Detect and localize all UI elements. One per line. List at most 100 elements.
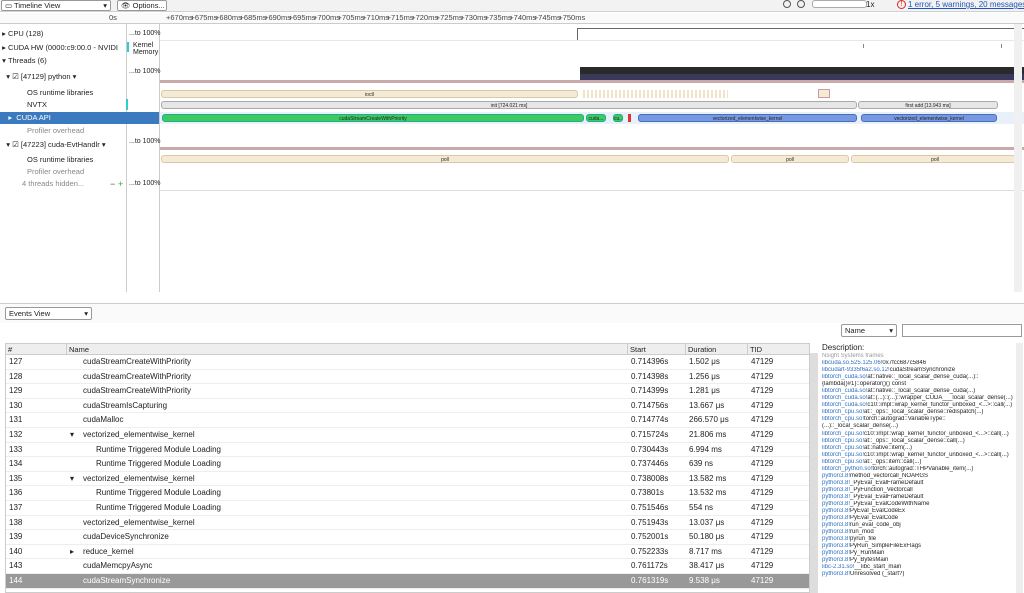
tree-row-cpu[interactable]: ▸ CPU (128) [0,28,126,40]
chevron-down-icon: ▾ [99,140,106,149]
poll-bar-1[interactable]: poll [161,155,729,163]
row-name: Runtime Triggered Module Loading [96,488,221,498]
row-start: 0.714774s [631,415,669,425]
col-start[interactable]: Start [628,344,686,355]
row-duration: 50.180 μs [689,532,725,542]
table-row[interactable]: 134 Runtime Triggered Module Loading 0.737… [6,457,809,472]
chevron-down-icon[interactable]: ▾ [70,472,74,487]
table-row[interactable]: 127 cudaStreamCreateWithPriority 0.714396s… [6,355,809,370]
thread-checkbox[interactable]: ☑ [12,140,21,149]
description-frame: libtorch_cpu.so!torch::autograd::Variabl… [822,416,1022,423]
thread-checkbox[interactable]: ☑ [12,72,21,81]
chevron-down-icon[interactable]: ▾ [70,428,74,443]
ruler-tick: +750ms [558,13,586,22]
table-row[interactable]: 144 cudaStreamSynchronize 0.761319s 9.538 μ… [6,574,809,589]
tree-row-cuda-hw[interactable]: ▸ CUDA HW (0000:c9:00.0 - NVIDI [0,42,126,54]
row-name: cudaMalloc [83,415,124,425]
row-duration: 13.582 ms [689,473,727,483]
table-row[interactable]: 143 cudaMemcpyAsync 0.761172s 38.417 μs 4712… [6,559,809,574]
zoom-slider[interactable] [812,0,867,8]
tree-row-os-runtime-2[interactable]: OS runtime libraries [0,154,126,166]
diagnostics-link[interactable]: 1 error, 5 warnings, 20 messages [908,0,1024,9]
tree-row-os-runtime[interactable]: OS runtime libraries [0,87,126,99]
timeline-scrollbar[interactable] [1014,24,1022,292]
row-name: vectorized_elementwise_kernel [83,430,195,439]
filter-select[interactable]: Name ▾ [841,324,897,337]
table-row[interactable]: 132 vectorized_elementwise_kernel 0.715724… [6,428,809,443]
row-start: 0.730443s [631,444,669,454]
table-row[interactable]: 139 cudaDeviceSynchronize 0.752001s 50.180 … [6,530,809,545]
description-frame: libcudart-9335f6a2.so.12!cudaStreamSynch… [822,367,1022,374]
tree-row-hidden-threads[interactable]: 4 threads hidden... [0,178,100,190]
chevron-down-icon: ▾ [0,56,8,65]
cuda-api-create-stream-bar[interactable]: cudaStreamCreateWithPriority [162,114,584,122]
description-scrollbar[interactable] [1016,343,1023,593]
frame-library: libtorch_python.so! [822,465,873,472]
table-row[interactable]: 128 cudaStreamCreateWithPriority 0.714398s… [6,370,809,385]
table-row[interactable]: 129 cudaStreamCreateWithPriority 0.714399s… [6,384,809,399]
frame-symbol: at::_ops::_local_scalar_dense::call(...) [864,437,965,444]
view-select[interactable]: ▭ Timeline View ▾ [1,0,111,11]
chevron-right-icon[interactable]: ▸ [70,545,74,560]
table-scrollbar[interactable] [810,353,818,593]
events-view-select[interactable]: Events View ▾ [5,307,92,320]
ruler-tick: +675ms [190,13,218,22]
frame-library: python3.8! [822,536,851,543]
row-duration: 1.256 μs [689,371,720,381]
tree-row-nvtx[interactable]: NVTX [0,99,126,111]
table-row[interactable]: 130 cudaStreamIsCapturing 0.714756s 13.667 … [6,399,809,414]
description-frame: python3.8!_PyEval_EvalFrameDefault [822,494,1022,501]
description-frame: python3.8!Py_RunMain [822,550,1022,557]
tree-row-profiler-overhead[interactable]: Profiler overhead [0,125,126,137]
ioctl-bar[interactable]: ioctl [161,90,578,98]
table-row[interactable]: 140 reduce_kernel 0.752233s 8.717 ms 47129 ▸ [6,545,809,560]
poll-bar-3[interactable]: poll [851,155,1019,163]
tree-row-python[interactable]: ▾ ☑ [47129] python ▾ [0,71,126,83]
row-tid: 47129 [751,371,774,381]
tree-row-profiler-overhead-2[interactable]: Profiler overhead [0,166,126,178]
tree-row-evthandlr[interactable]: ▾ ☑ [47223] cuda-EvtHandlr ▾ [0,139,126,151]
ruler-tick: +725ms [435,13,463,22]
ruler-tick: +720ms [411,13,439,22]
options-button[interactable]: 👁 Options... [117,0,167,11]
zoom-out-icon[interactable] [797,0,805,8]
table-row[interactable]: 137 Runtime Triggered Module Loading 0.751… [6,501,809,516]
ruler-tick: +705ms [337,13,365,22]
row-name: cudaStreamCreateWithPriority [83,371,192,381]
description-frame: {lambda()#1}::operator()() const [822,381,1022,388]
row-tid: 47129 [751,576,774,585]
cuda-api-short-bar[interactable]: cuda... [586,114,606,122]
frame-library: libtorch_cpu.so! [822,444,865,451]
cuda-api-kernel-bar-2[interactable]: vectorized_elementwise_kernel [861,114,997,122]
table-row[interactable]: 135 vectorized_elementwise_kernel 0.738008… [6,472,809,487]
table-row[interactable]: 131 cudaMalloc 0.714774s 266.570 μs 47129 [6,413,809,428]
collapse-icon[interactable]: − [110,178,115,190]
col-number[interactable]: # [6,344,67,355]
row-start: 0.751546s [631,503,669,512]
row-start: 0.761319s [631,576,669,585]
tree-row-threads[interactable]: ▾ Threads (6) [0,55,126,67]
cuda-api-kernel-bar-1[interactable]: vectorized_elementwise_kernel [638,114,857,122]
frame-library: libtorch_cpu.so! [822,409,865,416]
ruler-tick: +710ms [362,13,390,22]
tree-row-cuda-api[interactable]: ▸ CUDA API [0,112,159,124]
frame-symbol: c10::impl::wrap_kernel_functor_unboxed_<… [867,402,1013,409]
search-input[interactable] [902,324,1022,337]
frame-symbol: {lambda()#1}::operator()() const [822,381,907,388]
frame-symbol: PyRun_SimpleFileExFlags [850,543,922,550]
col-duration[interactable]: Duration [686,344,748,355]
expand-icon[interactable]: + [118,178,123,190]
poll-bar-2[interactable]: poll [731,155,849,163]
table-row[interactable]: 138 vectorized_elementwise_kernel 0.751943… [6,516,809,531]
table-row[interactable]: 133 Runtime Triggered Module Loading 0.730… [6,443,809,458]
frame-symbol: (...)::_local_scalar_dense(...) [822,423,899,430]
cuda-api-cu-bar[interactable]: cu... [613,114,623,122]
col-name[interactable]: Name [67,344,628,355]
col-tid[interactable]: TID [748,344,809,355]
nvtx-first-add-range[interactable]: first add [13.943 ms] [858,101,998,109]
nvtx-init-range[interactable]: init [724.021 ms] [161,101,857,109]
os-runtime-small-bar[interactable] [818,89,830,98]
table-row[interactable]: 136 Runtime Triggered Module Loading 0.738… [6,486,809,501]
zoom-in-icon[interactable] [783,0,791,8]
description-frame: Nsight Systems frames [822,353,1022,360]
